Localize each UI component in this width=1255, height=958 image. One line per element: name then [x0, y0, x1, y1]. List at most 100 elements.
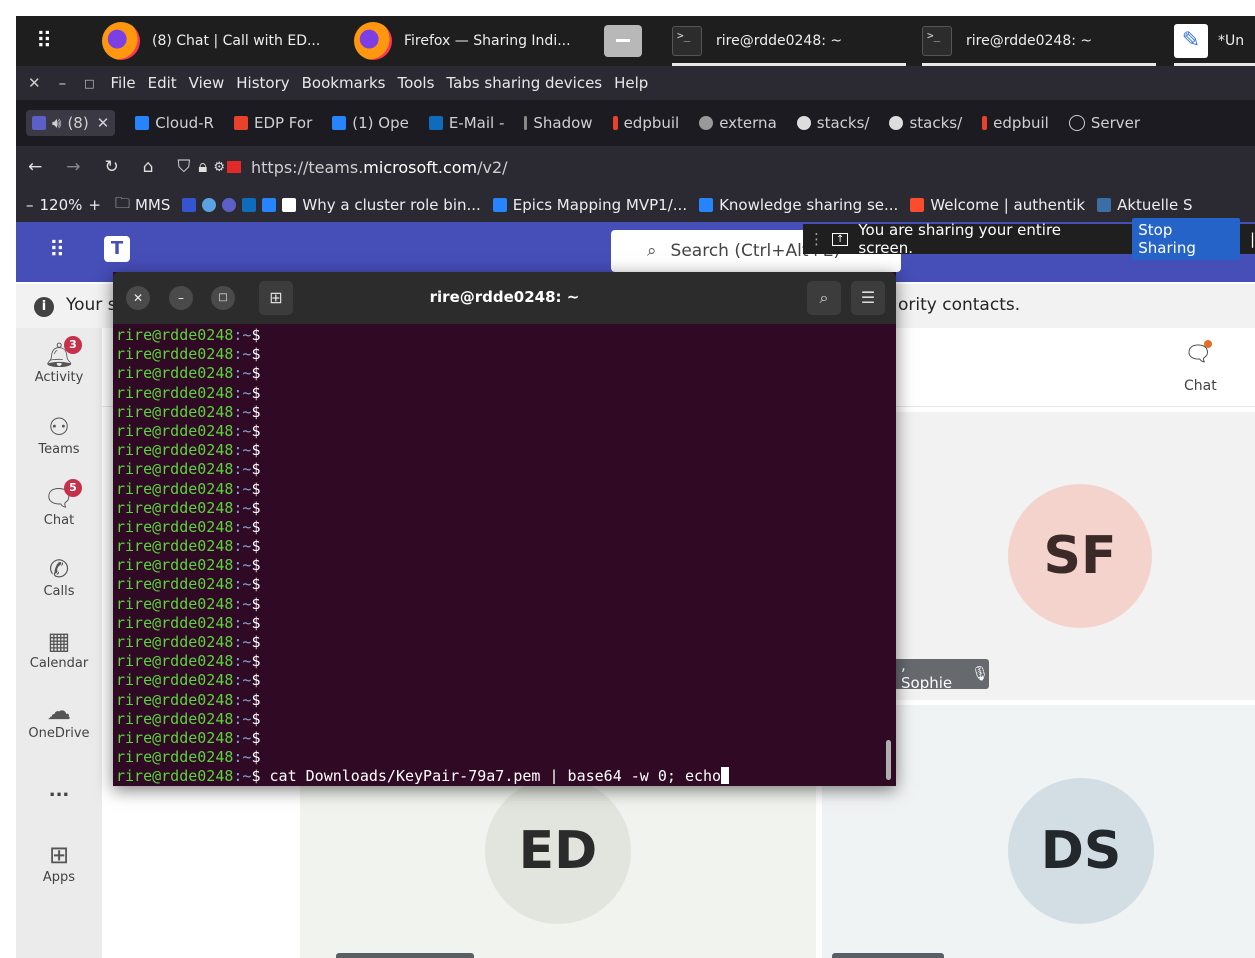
mic-off-icon: 🎙︎	[971, 666, 989, 682]
rail-calls[interactable]: ✆ Calls	[16, 554, 102, 599]
hamburger-menu-icon[interactable]: ☰	[851, 281, 885, 315]
tile-bar-left	[336, 953, 474, 958]
screen-share-indicator-icon[interactable]	[227, 161, 241, 173]
app-launcher-icon[interactable]: ⠿	[49, 238, 65, 263]
reload-icon[interactable]: ↻	[105, 157, 119, 177]
tab-stacks-2[interactable]: stacks/	[889, 114, 962, 132]
tab-external[interactable]: externa	[699, 114, 777, 132]
menu-tools[interactable]: Tools	[397, 74, 434, 92]
tab-stacks-1[interactable]: stacks/	[796, 114, 869, 132]
prompt-path: :~	[233, 345, 252, 364]
bookmark-confluence-icon[interactable]	[262, 198, 277, 212]
bookmark-c-icon[interactable]	[182, 198, 197, 212]
tab-teams-active[interactable]: 🔊︎ (8) ✕	[26, 110, 116, 136]
terminal-output[interactable]: rire@rdde0248:~$ rire@rdde0248:~$ rire@rdd…	[116, 326, 886, 784]
bookmark-teams-icon[interactable]	[222, 198, 237, 212]
rail-calendar[interactable]: ▦ Calendar	[16, 626, 102, 671]
shield-icon[interactable]: ⛉	[178, 157, 191, 177]
tab-edp-for[interactable]: EDP For	[233, 114, 312, 132]
lock-icon[interactable]: 🔒︎	[198, 157, 207, 177]
terminal-line: rire@rdde0248:~$	[116, 326, 886, 345]
prompt-dollar: $	[251, 498, 261, 517]
bookmark-knowledge-sharing[interactable]: Knowledge sharing se...	[699, 196, 898, 214]
info-icon	[1068, 115, 1085, 131]
home-icon[interactable]: ⌂	[143, 157, 154, 177]
menu-edit[interactable]: Edit	[148, 74, 177, 92]
rail-more[interactable]: ...	[16, 780, 102, 801]
bookmark-mms[interactable]: 🗀 MMS	[115, 193, 170, 218]
bookmark-aktuelle[interactable]: Aktuelle S	[1097, 196, 1193, 214]
back-icon[interactable]: ←	[28, 157, 42, 177]
prompt-path: :~	[233, 364, 252, 383]
taskbar-terminal-2[interactable]: >_ rire@rdde0248: ~	[922, 16, 1156, 66]
terminal-header[interactable]: ✕ – □ ⊞ rire@rdde0248: ~ ⌕ ☰	[113, 272, 896, 324]
github-icon	[889, 116, 904, 130]
folder-icon	[604, 25, 642, 57]
tab-open[interactable]: (1) Ope	[332, 114, 409, 132]
taskbar-terminal-1[interactable]: >_ rire@rdde0248: ~	[672, 16, 906, 66]
close-tab-icon[interactable]: ✕	[97, 114, 110, 132]
phone-icon: ✆	[48, 555, 70, 583]
taskbar-firefox-chat[interactable]: (8) Chat | Call with ED...	[102, 16, 320, 66]
terminal-window[interactable]: ✕ – □ ⊞ rire@rdde0248: ~ ⌕ ☰ rire@rdde02…	[113, 272, 896, 786]
menu-history[interactable]: History	[236, 74, 289, 92]
prompt-path: :~	[233, 671, 252, 690]
authentik-icon	[910, 198, 925, 212]
bookmark-outlook-icon[interactable]	[242, 198, 257, 212]
zoom-level[interactable]: 120%	[40, 196, 83, 214]
terminal-line: rire@rdde0248:~$	[116, 710, 886, 729]
avatar-ds: DS	[1008, 778, 1154, 924]
menu-bookmarks[interactable]: Bookmarks	[302, 74, 386, 92]
bell-icon: 🔔︎ 3	[16, 336, 102, 370]
tab-edpbuild-2[interactable]: edpbuil	[982, 114, 1049, 132]
prompt-user: rire@rdde0248	[116, 767, 234, 784]
rail-teams[interactable]: ⚇ Teams	[16, 412, 102, 457]
tab-server[interactable]: Server	[1068, 114, 1140, 132]
prompt-path: :~	[233, 441, 252, 460]
tab-cloud-r[interactable]: Cloud-R	[135, 114, 214, 132]
close-window-icon[interactable]: ✕	[28, 74, 41, 92]
bookmark-authentik[interactable]: Welcome | authentik	[910, 196, 1085, 214]
confluence-icon	[135, 116, 150, 130]
prompt-dollar: $	[251, 748, 261, 767]
taskbar-files[interactable]	[604, 16, 652, 66]
app-grid-button[interactable]: ⠿	[36, 16, 52, 66]
stop-sharing-button[interactable]: Stop Sharing	[1132, 218, 1240, 260]
zoom-out-button[interactable]: –	[26, 196, 34, 214]
rail-activity[interactable]: 🔔︎ 3 Activity	[16, 336, 102, 385]
rail-apps[interactable]: ⊞ Apps	[16, 840, 102, 885]
asterisk-icon	[233, 116, 248, 130]
tab-shadow[interactable]: Shadow	[524, 114, 593, 132]
bookmark-epics-mapping[interactable]: Epics Mapping MVP1/...	[492, 196, 687, 214]
terminal-scrollbar[interactable]	[886, 740, 891, 780]
rail-onedrive[interactable]: ☁ OneDrive	[16, 696, 102, 741]
taskbar-text-editor[interactable]: ✎ *Un	[1174, 16, 1255, 66]
prompt-user: rire@rdde0248	[116, 728, 234, 747]
bookmarks-bar: – 120% + 🗀 MMS Why a cluster role bin... …	[16, 188, 1255, 222]
menu-file[interactable]: File	[110, 74, 135, 92]
terminal-line: rire@rdde0248:~$	[116, 556, 886, 575]
github-icon	[796, 116, 811, 130]
minimize-window-icon[interactable]: –	[59, 74, 67, 92]
menu-view[interactable]: View	[189, 74, 225, 92]
prompt-path: :~	[233, 479, 252, 498]
prompt-dollar: $	[251, 383, 261, 402]
tab-edpbuild-1[interactable]: edpbuil	[612, 114, 679, 132]
search-icon[interactable]: ⌕	[807, 281, 841, 315]
bookmark-cluster-role[interactable]: Why a cluster role bin...	[282, 196, 481, 214]
url-field[interactable]: https://teams.microsoft.com/v2/	[251, 158, 508, 177]
meeting-chat-button[interactable]: 🗨︎ Chat	[1170, 336, 1255, 402]
bookmark-circle-icon[interactable]	[202, 198, 217, 212]
rail-chat[interactable]: 🗨︎ 5 Chat	[16, 479, 102, 528]
menu-tabs-sharing[interactable]: Tabs sharing devices	[446, 74, 602, 92]
confluence-icon	[699, 198, 714, 212]
app-rail: 🔔︎ 3 Activity ⚇ Teams 🗨︎ 5 Chat ✆ Calls ▦ …	[16, 328, 102, 958]
tab-email[interactable]: E-Mail -	[428, 114, 504, 132]
zoom-in-button[interactable]: +	[88, 196, 101, 214]
maximize-window-icon[interactable]: □	[84, 77, 94, 90]
taskbar-firefox-sharing[interactable]: Firefox — Sharing Indi...	[354, 16, 571, 66]
forward-icon[interactable]: →	[66, 157, 80, 177]
menu-help[interactable]: Help	[614, 74, 648, 92]
drag-handle-icon[interactable]: ⋮	[809, 230, 824, 248]
permissions-icon[interactable]: ⚙	[213, 160, 225, 175]
